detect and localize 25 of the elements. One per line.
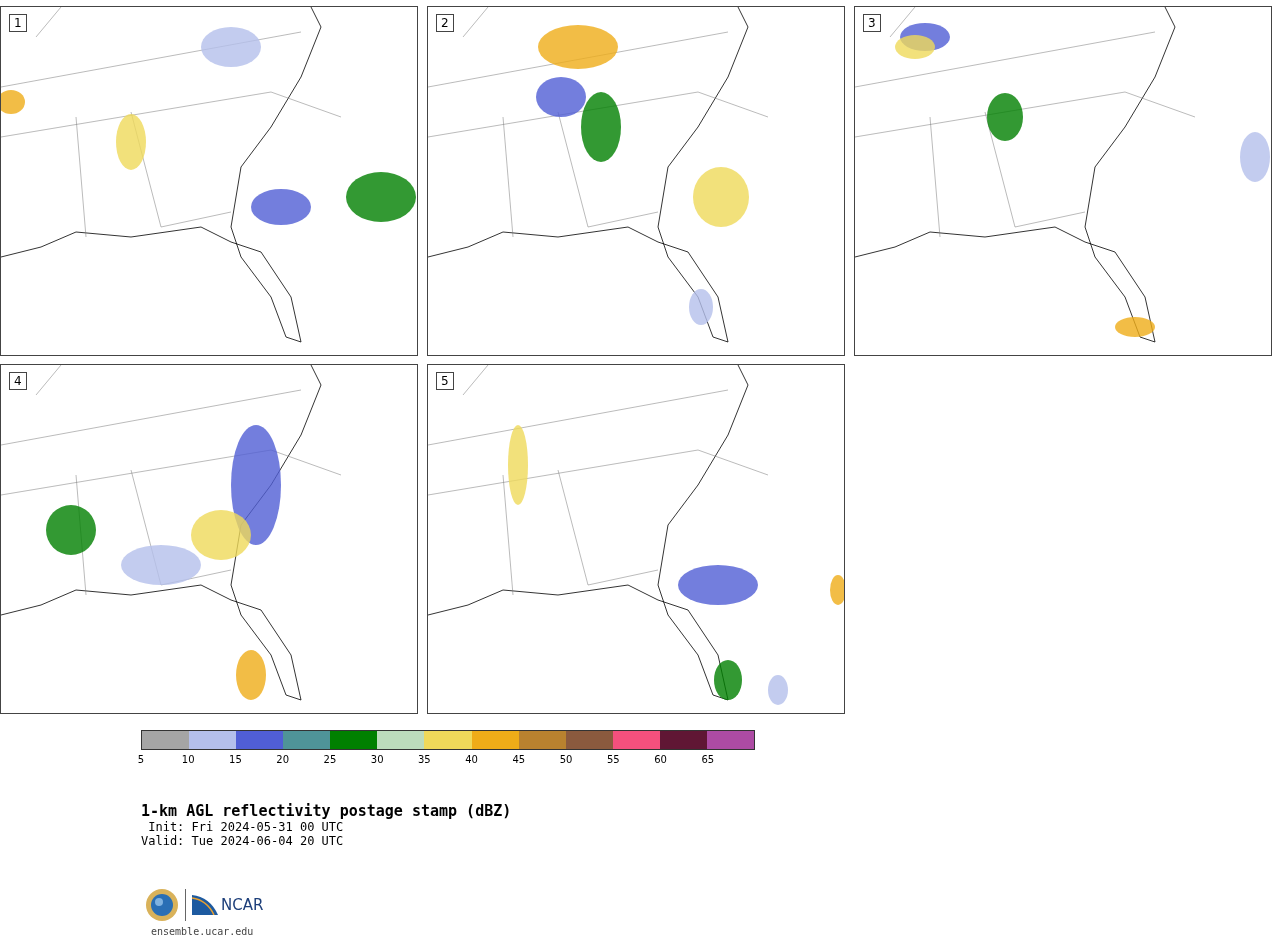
tick-label: 20	[276, 754, 290, 765]
tick-label: 15	[229, 754, 242, 765]
tick-label: 50	[559, 754, 573, 765]
tick-label: 40	[465, 754, 478, 765]
tick-label: 55	[606, 754, 620, 765]
arc-logo-icon	[192, 895, 218, 915]
valid-time: Valid: Tue 2024-06-04 20 UTC	[141, 834, 345, 848]
panel-number: 5	[436, 372, 454, 390]
panel-number: 2	[436, 14, 454, 32]
panel-number: 1	[9, 14, 27, 32]
tick-label: 10	[181, 754, 195, 765]
panel-number: 3	[863, 14, 881, 32]
seal-logo-icon	[145, 888, 179, 922]
chart-title: 1-km AGL reflectivity postage stamp (dBZ)	[141, 802, 513, 820]
tick-label: 45	[512, 754, 526, 765]
site-url: ensemble.ucar.edu	[151, 926, 255, 936]
tick-label: 60	[654, 754, 667, 765]
panel-number: 4	[9, 372, 27, 390]
tick-label: 30	[370, 754, 384, 765]
tick-label: 5	[137, 754, 145, 765]
logo-wordmark: NCAR	[221, 896, 264, 914]
init-time: Init: Fri 2024-05-31 00 UTC	[147, 820, 345, 834]
tick-label: 35	[418, 754, 431, 765]
tick-label: 25	[323, 754, 337, 765]
tick-label: 65	[701, 754, 715, 765]
